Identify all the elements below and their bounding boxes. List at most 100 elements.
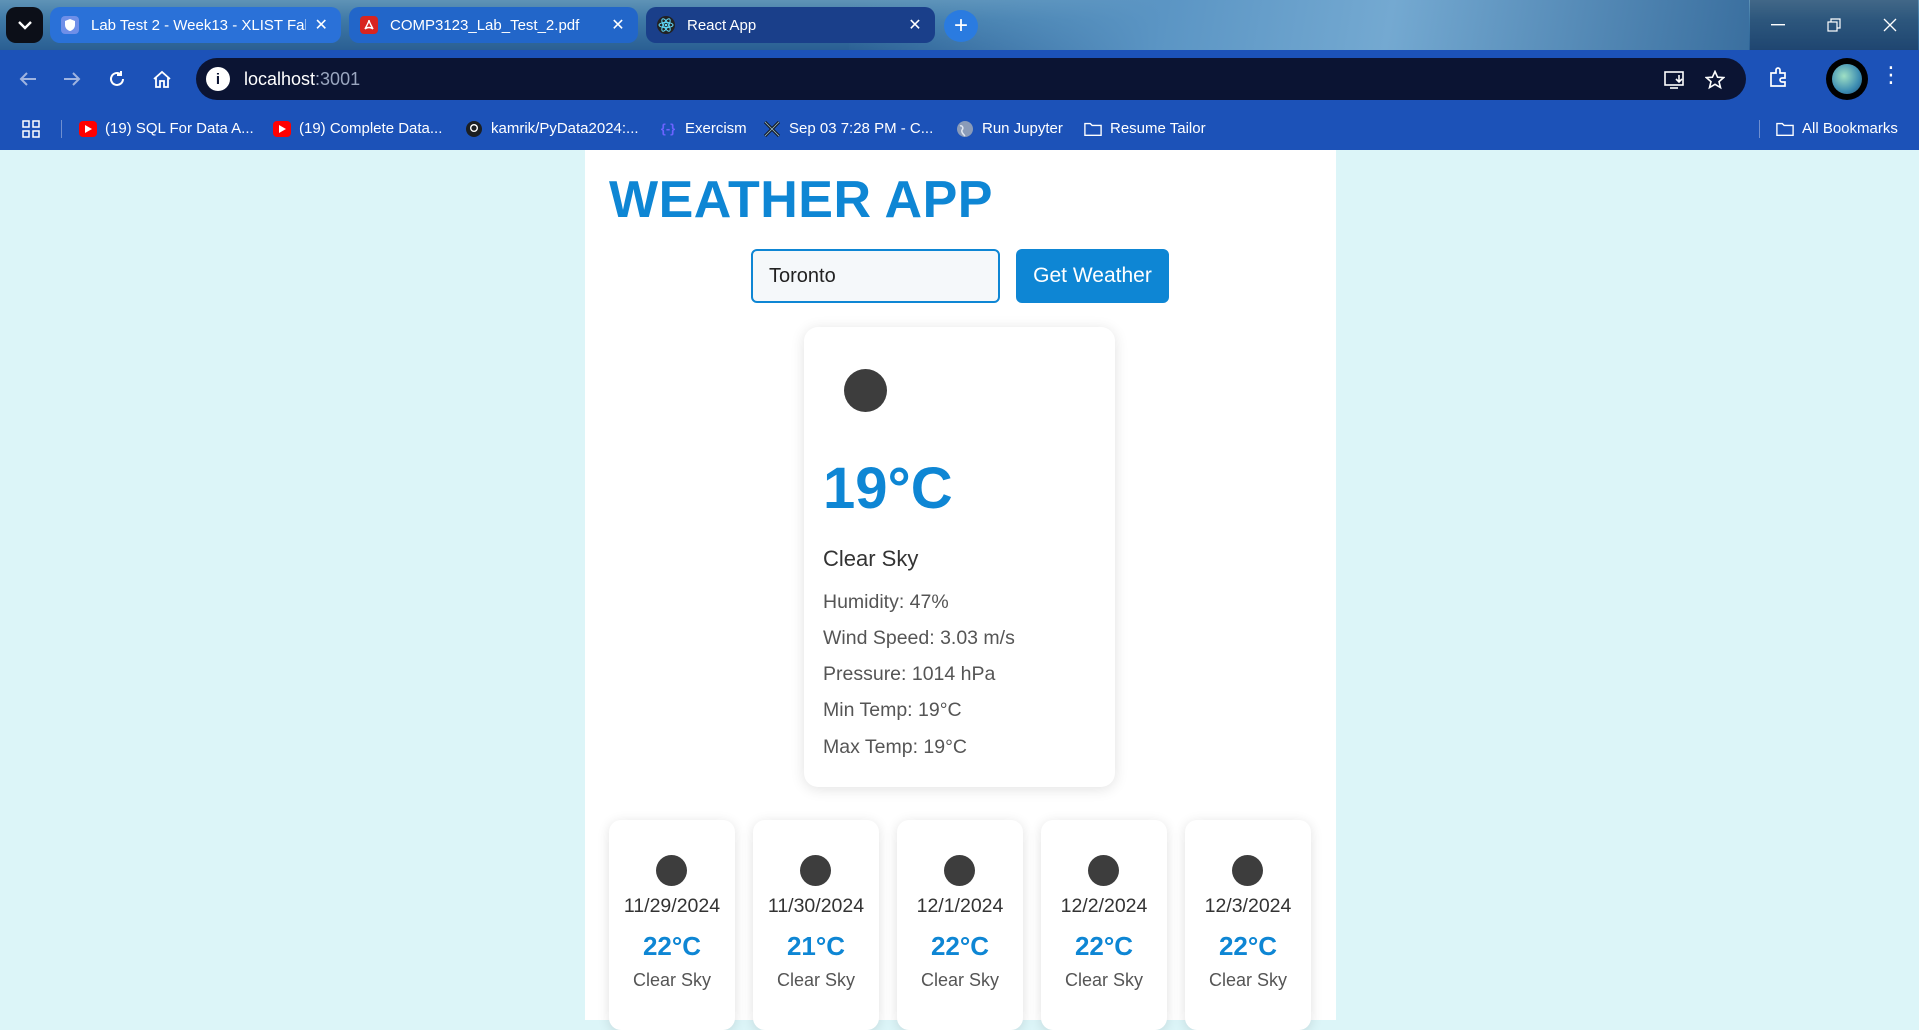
react-icon — [657, 16, 675, 34]
wind-speed-value: Wind Speed: 3.03 m/s — [823, 627, 1015, 649]
bookmark-label: Sep 03 7:28 PM - C... — [789, 120, 934, 137]
address-bar[interactable]: i localhost:3001 — [196, 58, 1746, 100]
youtube-icon — [79, 120, 97, 137]
bookmarks-bar: (19) SQL For Data A... (19) Complete Dat… — [0, 107, 1919, 150]
shield-icon — [61, 16, 79, 34]
current-temperature: 19°C — [823, 456, 953, 521]
weather-icon — [844, 369, 887, 412]
divider — [61, 120, 62, 138]
tab-title: React App — [687, 16, 757, 34]
tab-title: COMP3123_Lab_Test_2.pdf — [390, 16, 580, 34]
max-temp-value: Max Temp: 19°C — [823, 736, 967, 758]
forecast-card: 12/2/2024 22°C Clear Sky — [1041, 820, 1167, 1030]
arrow-left-icon — [19, 72, 36, 86]
pdf-icon — [360, 16, 378, 34]
weather-icon — [1232, 855, 1263, 886]
window-background — [849, 0, 1749, 50]
page-title: WEATHER APP — [609, 171, 993, 229]
chevron-down-icon — [17, 21, 32, 30]
pressure-value: Pressure: 1014 hPa — [823, 663, 996, 685]
all-bookmarks-label: All Bookmarks — [1802, 120, 1898, 137]
forecast-temperature: 22°C — [930, 931, 990, 961]
star-icon[interactable] — [1702, 67, 1728, 93]
more-menu-icon[interactable]: ⋮ — [1880, 62, 1902, 88]
weather-icon — [800, 855, 831, 886]
tab-strip: Lab Test 2 - Week13 - XLIST Fall ✕ COMP3… — [0, 0, 1919, 50]
forecast-card: 12/3/2024 22°C Clear Sky — [1185, 820, 1311, 1030]
weather-icon — [1088, 855, 1119, 886]
bookmark-item[interactable]: Resume Tailor — [1084, 107, 1206, 150]
folder-icon — [1084, 121, 1102, 137]
close-icon[interactable]: ✕ — [905, 15, 925, 35]
bookmark-item[interactable]: (19) SQL For Data A... — [79, 107, 254, 150]
divider — [1759, 120, 1760, 138]
bookmark-item[interactable]: kamrik/PyData2024:... — [465, 107, 639, 150]
bookmark-item[interactable]: {-} Exercism — [659, 107, 747, 150]
url-port: :3001 — [315, 68, 361, 89]
forecast-date: 11/29/2024 — [623, 895, 721, 917]
weather-icon — [656, 855, 687, 886]
home-button[interactable] — [147, 64, 177, 94]
profile-avatar[interactable] — [1826, 58, 1868, 100]
bookmark-label: Resume Tailor — [1110, 120, 1206, 137]
forecast-date: 12/1/2024 — [916, 895, 1004, 917]
apps-button[interactable] — [22, 107, 40, 150]
weather-icon — [944, 855, 975, 886]
bookmark-item[interactable]: Sep 03 7:28 PM - C... — [763, 107, 933, 150]
humidity-value: Humidity: 47% — [823, 591, 949, 613]
new-tab-button[interactable]: + — [944, 10, 978, 42]
all-bookmarks-button[interactable]: All Bookmarks — [1776, 107, 1898, 150]
forecast-description: Clear Sky — [1208, 970, 1288, 990]
tab-title: Lab Test 2 - Week13 - XLIST Fall — [91, 16, 306, 34]
back-button[interactable] — [13, 64, 43, 94]
get-weather-button[interactable]: Get Weather — [1016, 249, 1169, 303]
extensions-icon[interactable] — [1766, 64, 1792, 90]
current-weather-card: 19°C Clear Sky Humidity: 47% Wind Speed:… — [804, 327, 1115, 787]
reload-button[interactable] — [102, 64, 132, 94]
minimize-button[interactable] — [1750, 0, 1806, 50]
bookmark-label: kamrik/PyData2024:... — [491, 120, 639, 137]
city-search-input[interactable] — [751, 249, 1000, 303]
forecast-card: 12/1/2024 22°C Clear Sky — [897, 820, 1023, 1030]
forecast-temperature: 22°C — [1218, 931, 1278, 961]
info-icon[interactable]: i — [206, 67, 230, 91]
home-icon — [153, 70, 171, 88]
restore-button[interactable] — [1806, 0, 1862, 50]
restore-icon — [1827, 18, 1841, 32]
exercism-icon: {-} — [660, 121, 676, 136]
forecast-date: 12/2/2024 — [1060, 895, 1148, 917]
github-icon — [465, 120, 483, 137]
tab-pdf[interactable]: COMP3123_Lab_Test_2.pdf ✕ — [349, 7, 638, 43]
youtube-icon — [273, 120, 291, 137]
tab-search-button[interactable] — [6, 7, 43, 43]
apps-grid-icon — [22, 119, 40, 138]
minimize-icon — [1771, 24, 1785, 26]
close-icon[interactable]: ✕ — [608, 15, 628, 35]
plus-icon: + — [953, 12, 968, 39]
arrow-right-icon — [64, 72, 81, 86]
tab-lab-test[interactable]: Lab Test 2 - Week13 - XLIST Fall ✕ — [50, 7, 341, 43]
forecast-date: 11/30/2024 — [767, 895, 865, 917]
forecast-temperature: 21°C — [786, 931, 846, 961]
forecast-description: Clear Sky — [920, 970, 1000, 990]
bookmark-item[interactable]: Run Jupyter — [956, 107, 1063, 150]
folder-icon — [1776, 121, 1794, 137]
weather-description: Clear Sky — [823, 546, 919, 571]
bookmark-label: Exercism — [685, 120, 747, 137]
forward-button[interactable] — [57, 64, 87, 94]
bookmark-item[interactable]: (19) Complete Data... — [273, 107, 442, 150]
bookmark-label: Run Jupyter — [982, 120, 1063, 137]
reload-icon — [110, 71, 124, 86]
install-app-icon[interactable] — [1662, 67, 1688, 93]
close-icon[interactable]: ✕ — [312, 15, 331, 35]
close-icon — [1883, 18, 1897, 32]
toolbar: i localhost:3001 ⋮ — [0, 50, 1919, 107]
min-temp-value: Min Temp: 19°C — [823, 699, 962, 721]
forecast-card: 11/30/2024 21°C Clear Sky — [753, 820, 879, 1030]
forecast-date: 12/3/2024 — [1204, 895, 1292, 917]
tab-react-app[interactable]: React App ✕ — [646, 7, 935, 43]
forecast-temperature: 22°C — [642, 931, 702, 961]
forecast-description: Clear Sky — [776, 970, 856, 990]
app-container: WEATHER APP Get Weather 19°C Clear Sky H… — [585, 150, 1336, 1030]
close-window-button[interactable] — [1862, 0, 1918, 50]
